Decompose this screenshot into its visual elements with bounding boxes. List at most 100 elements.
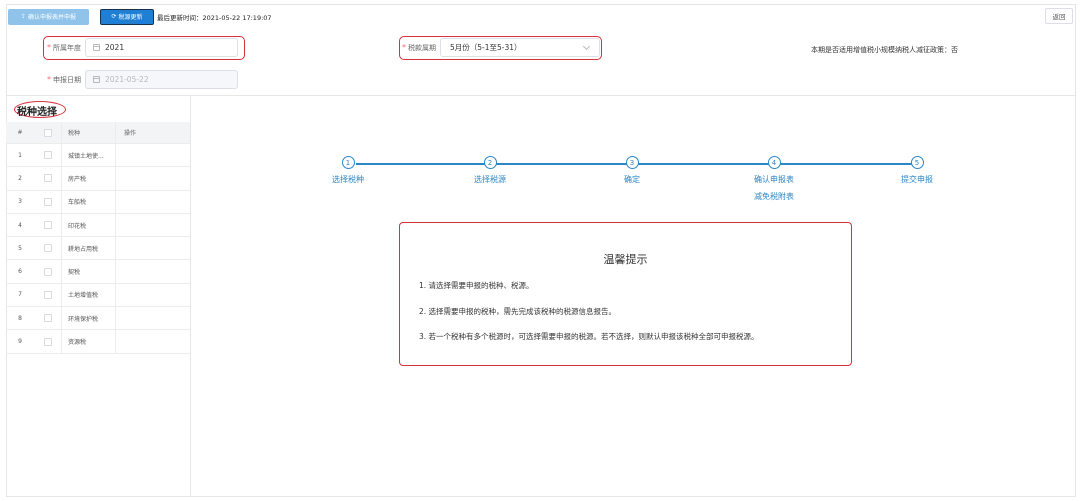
- toolbar: ⇪ 确认申报表并申报 ⟳ 税源更新 最后更新时间：2021-05-22 17:1…: [8, 8, 272, 25]
- required-mark: *: [47, 43, 51, 52]
- step-number: 1: [341, 156, 355, 169]
- row-checkbox[interactable]: [43, 244, 52, 253]
- row-index: 2: [18, 174, 22, 182]
- row-tax-name: 房产税: [61, 167, 115, 190]
- confirm-declare-button[interactable]: ⇪ 确认申报表并申报: [8, 8, 89, 25]
- table-row[interactable]: 1 城镇土地使...: [6, 144, 190, 168]
- row-checkbox[interactable]: [43, 197, 52, 206]
- row-index: 1: [18, 151, 22, 159]
- required-mark: *: [402, 43, 406, 52]
- row-index: 6: [18, 268, 22, 276]
- step-label: 确认申报表: [754, 175, 794, 184]
- row-index: 9: [18, 338, 22, 346]
- row-index: 7: [18, 291, 22, 299]
- step-select-tax-source: 2 选择税源: [440, 156, 540, 185]
- step-label: 提交申报: [901, 175, 933, 184]
- tips-line-1: 1. 请选择需要申报的税种、税源。: [419, 281, 534, 290]
- row-checkbox[interactable]: [43, 174, 52, 183]
- row-checkbox[interactable]: [43, 221, 52, 230]
- period-field-row: * 税款属期 5月份（5-1至5-31）: [402, 38, 600, 57]
- refresh-tax-source-label: 税源更新: [118, 14, 143, 21]
- table-row[interactable]: 6 契税: [6, 260, 190, 284]
- table-row[interactable]: 8 环境保护税: [6, 307, 190, 331]
- row-index: 5: [18, 244, 22, 252]
- panel-divider: [190, 96, 191, 497]
- declare-date-value: 2021-05-22: [105, 75, 149, 84]
- step-number: 4: [767, 156, 781, 169]
- declare-date-row: * 申报日期 2021-05-22: [47, 70, 238, 89]
- row-op: [115, 307, 165, 330]
- calendar-icon: [93, 76, 100, 83]
- row-checkbox[interactable]: [43, 337, 52, 346]
- row-checkbox[interactable]: [43, 290, 52, 299]
- tips-line-2: 2. 选择需要申报的税种，需先完成该税种的税源信息报告。: [419, 307, 617, 316]
- row-checkbox[interactable]: [43, 267, 52, 276]
- step-label: 选择税源: [474, 175, 506, 184]
- step-confirm-declaration: 4 确认申报表 减免税附表: [724, 156, 824, 202]
- row-tax-name: 资源税: [61, 330, 115, 353]
- step-select-tax-type: 1 选择税种: [298, 156, 398, 185]
- period-label: 税款属期: [408, 43, 436, 52]
- table-row[interactable]: 9 资源税: [6, 330, 190, 354]
- row-op: [115, 260, 165, 283]
- row-tax-name: 耕地占用税: [61, 237, 115, 260]
- row-op: [115, 330, 165, 353]
- chevron-down-icon: [582, 42, 591, 51]
- row-checkbox-cell: [34, 221, 61, 230]
- tax-panel-title: 税种选择: [17, 107, 57, 118]
- row-checkbox-cell: [34, 174, 61, 183]
- row-op: [115, 167, 165, 190]
- row-index: 4: [18, 221, 22, 229]
- calendar-icon: [93, 44, 100, 51]
- row-checkbox-cell: [34, 151, 61, 160]
- table-row[interactable]: 4 印花税: [6, 213, 190, 238]
- step-sublabel: 减免税附表: [754, 192, 794, 201]
- row-op: [115, 144, 165, 167]
- header-checkbox-cell: [34, 128, 61, 137]
- row-checkbox-cell: [34, 267, 61, 276]
- row-op: [115, 283, 165, 307]
- row-checkbox-cell: [34, 314, 61, 323]
- row-checkbox-cell: [34, 290, 61, 299]
- tips-box: 温馨提示 1. 请选择需要申报的税种、税源。 2. 选择需要申报的税种，需先完成…: [399, 222, 852, 366]
- row-index: 8: [18, 314, 22, 322]
- step-number: 3: [625, 156, 639, 169]
- row-tax-name: 印花税: [61, 213, 115, 237]
- table-row[interactable]: 5 耕地占用税: [6, 237, 190, 261]
- row-tax-name: 契税: [61, 260, 115, 283]
- period-value: 5月份（5-1至5-31）: [450, 43, 522, 52]
- row-checkbox[interactable]: [43, 151, 52, 160]
- header-name: 税种: [61, 122, 115, 143]
- required-mark: *: [47, 75, 51, 84]
- year-field-row: * 所属年度 2021: [47, 38, 238, 57]
- row-checkbox[interactable]: [43, 314, 52, 323]
- section-divider: [6, 95, 1076, 96]
- confirm-declare-label: 确认申报表并申报: [28, 14, 77, 21]
- row-op: [115, 237, 165, 260]
- year-input[interactable]: 2021: [85, 38, 238, 57]
- step-label: 选择税种: [332, 175, 364, 184]
- row-tax-name: 车船税: [61, 190, 115, 213]
- refresh-icon: ⟳: [111, 13, 117, 20]
- small-scale-policy-text: 本期是否适用增值税小规模纳税人减征政策：否: [811, 46, 958, 54]
- row-checkbox-cell: [34, 337, 61, 346]
- back-button[interactable]: 返回: [1045, 8, 1073, 24]
- declare-date-label: 申报日期: [53, 75, 81, 84]
- row-index: 3: [18, 198, 22, 206]
- table-row[interactable]: 2 房产税: [6, 167, 190, 191]
- table-row[interactable]: 7 土地增值税: [6, 283, 190, 308]
- row-checkbox-cell: [34, 197, 61, 206]
- select-all-checkbox[interactable]: [43, 128, 52, 137]
- year-value: 2021: [105, 43, 125, 52]
- period-select[interactable]: 5月份（5-1至5-31）: [440, 38, 600, 57]
- refresh-tax-source-button[interactable]: ⟳ 税源更新: [100, 8, 154, 25]
- row-tax-name: 城镇土地使...: [61, 144, 115, 167]
- step-confirm: 3 确定: [582, 156, 682, 185]
- row-checkbox-cell: [34, 244, 61, 253]
- header-index: #: [17, 129, 23, 136]
- upload-icon: ⇪: [20, 13, 26, 20]
- table-row[interactable]: 3 车船税: [6, 190, 190, 214]
- row-tax-name: 土地增值税: [61, 283, 115, 307]
- tips-line-3: 3. 若一个税种有多个税源时，可选择需要申报的税源。若不选择，则默认申报该税种全…: [419, 332, 759, 341]
- table-header: # 税种 操作: [6, 122, 190, 144]
